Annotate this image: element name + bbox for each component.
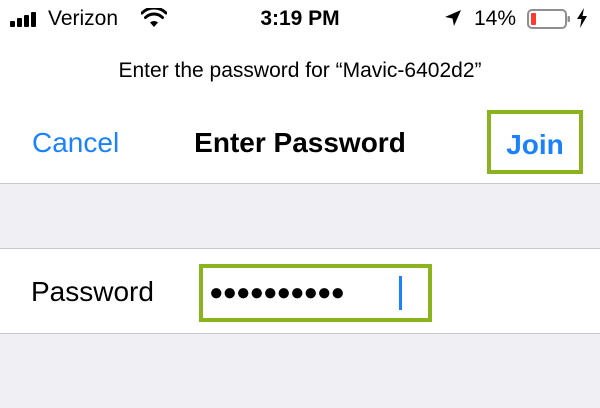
battery-percent: 14%: [474, 7, 517, 30]
header-area: Verizon 3:19 PM 14% Enter the password f…: [0, 0, 600, 184]
text-caret: [399, 276, 402, 310]
password-prompt: Enter the password for “Mavic-6402d2”: [118, 59, 482, 82]
battery-icon: [527, 9, 570, 29]
header-divider: [0, 183, 600, 184]
join-button[interactable]: Join: [487, 110, 583, 174]
location-arrow-icon: [445, 10, 461, 26]
wifi-password-screen: Verizon 3:19 PM 14% Enter the password f…: [0, 0, 600, 408]
password-masked-value: ●●●●●●●●●●: [209, 279, 345, 306]
join-button-label: Join: [506, 129, 564, 160]
password-label: Password: [31, 276, 154, 307]
status-bar: Verizon 3:19 PM 14%: [0, 0, 600, 38]
row-divider: [0, 333, 600, 334]
charging-bolt-icon: [577, 8, 587, 28]
navigation-bar: Cancel Enter Password Join: [0, 104, 600, 184]
password-field[interactable]: ●●●●●●●●●●: [199, 264, 432, 322]
password-row: Password ●●●●●●●●●●: [0, 249, 600, 333]
